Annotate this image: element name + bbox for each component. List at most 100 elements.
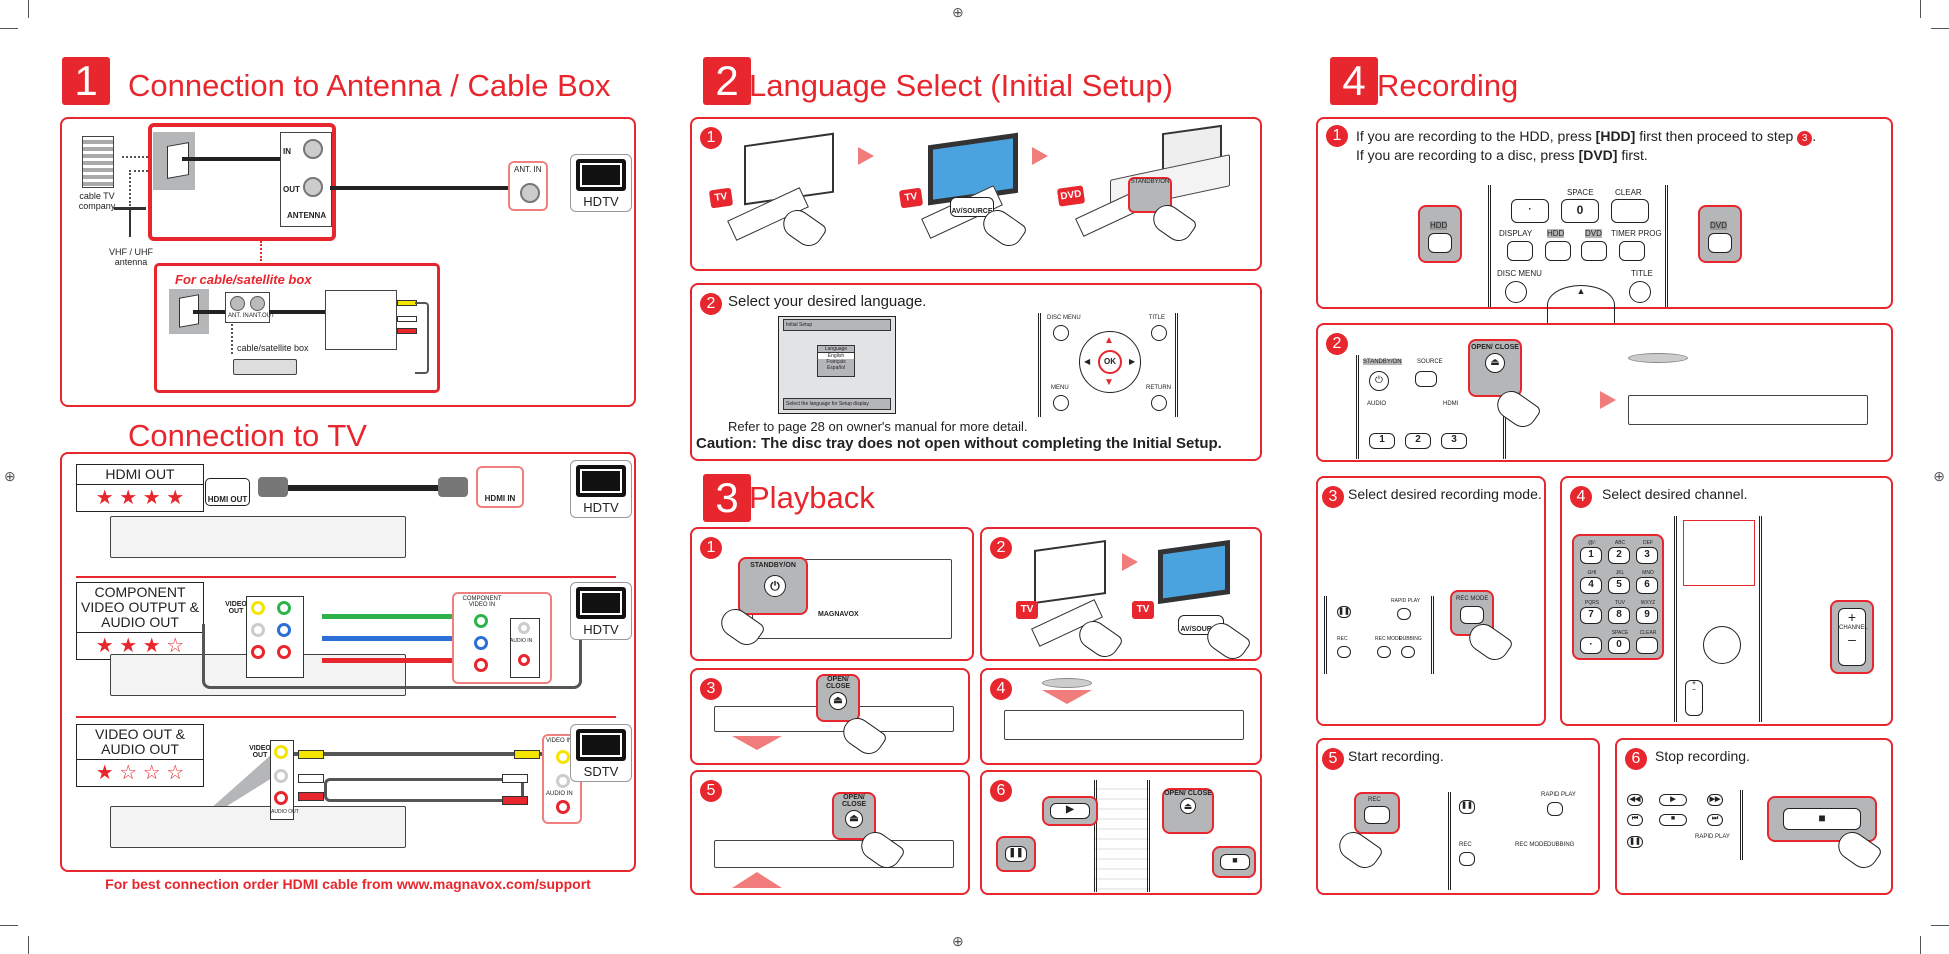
display-button[interactable] (1507, 241, 1533, 261)
fast-forward-button[interactable]: ▶▶ (1707, 794, 1723, 806)
keypad-key[interactable]: 8 (1608, 607, 1630, 624)
title-button[interactable] (1151, 325, 1167, 341)
remote-keypad: · SPACE 0 CLEAR DISPLAY HDD DVD TIMER PR… (1488, 185, 1668, 325)
recording-step2-panel: 2 STANDBY/ON ⏻ SOURCE AUDIO HDMI 1 2 3 O… (1316, 323, 1893, 462)
hdtv-icon: HDTV (570, 154, 632, 212)
channel-button-small[interactable]: + – (1685, 680, 1703, 716)
hdd-button[interactable] (1428, 233, 1452, 253)
rewind-button[interactable]: ◀◀ (1627, 794, 1643, 806)
stop-icon[interactable]: ■ (1783, 808, 1861, 830)
rec-button-callout[interactable]: REC (1354, 792, 1400, 834)
antenna-panel-label: ANTENNA (287, 211, 327, 220)
timer-prog-label: TIMER PROG (1611, 229, 1662, 238)
zero-button[interactable]: 0 (1561, 199, 1599, 223)
timer-prog-button[interactable] (1619, 241, 1645, 261)
hdd-button-callout[interactable]: HDD (1418, 205, 1462, 263)
power-button[interactable]: ⏻ (1369, 371, 1389, 391)
rec-mode-button[interactable] (1460, 606, 1484, 624)
keypad-key[interactable]: 5 (1608, 577, 1630, 594)
channel-down[interactable]: – (1839, 631, 1865, 647)
keypad-key[interactable]: 2 (1608, 547, 1630, 564)
hdmi-cable-footer[interactable]: For best connection order HDMI cable fro… (60, 876, 636, 892)
rapid-play-button[interactable] (1397, 608, 1411, 620)
divider (76, 576, 616, 578)
play-icon[interactable]: ▶ (1050, 803, 1090, 819)
tv-badge: TV (1132, 601, 1154, 619)
channel-up[interactable]: + (1839, 609, 1865, 625)
open-close-button-callout[interactable]: OPEN/ CLOSE ⏏ (1468, 339, 1522, 397)
arrow-icon (1600, 391, 1616, 409)
rating-heading: HDMI OUT (77, 465, 203, 485)
left-arrow-icon[interactable]: ◀ (1084, 357, 1090, 366)
keypad-key[interactable]: 3 (1636, 547, 1658, 564)
rec-button[interactable] (1364, 806, 1390, 824)
rec-button[interactable] (1337, 646, 1351, 658)
remote-icon (1094, 780, 1150, 892)
rec-label: REC (1459, 842, 1472, 848)
dvd-button-callout[interactable]: DVD (1698, 205, 1742, 263)
hdd-button[interactable] (1545, 241, 1571, 261)
clear-button[interactable] (1611, 199, 1649, 223)
key-1[interactable]: 1 (1369, 433, 1395, 449)
play-button[interactable]: ▶ (1659, 794, 1687, 806)
antenna-terminal-panel: IN OUT ANTENNA (280, 132, 332, 227)
key-3[interactable]: 3 (1441, 433, 1467, 449)
rapid-play-button[interactable] (1547, 802, 1563, 816)
channel-button-callout[interactable]: + CHANNEL – (1830, 600, 1874, 674)
pause-button[interactable]: ❚❚ (1459, 800, 1475, 814)
stop-button-callout[interactable]: ■ (1212, 846, 1256, 878)
disc-menu-button[interactable] (1053, 325, 1069, 341)
up-arrow-icon[interactable]: ▲ (1104, 335, 1114, 346)
step-number: 3 (700, 678, 722, 700)
hdmi-label: HDMI (1443, 401, 1459, 407)
pause-button[interactable]: ❚❚ (1337, 606, 1351, 618)
dpad[interactable] (1703, 626, 1741, 664)
clear-label: CLEAR (1615, 188, 1642, 197)
hdmi-in-label: HDMI IN (484, 494, 516, 503)
disc-menu-button[interactable] (1505, 281, 1527, 303)
dubbing-button[interactable] (1401, 646, 1415, 658)
keypad-key[interactable]: 6 (1636, 577, 1658, 594)
keypad-key[interactable]: · (1580, 637, 1602, 654)
skip-forward-button[interactable]: ⏭ (1707, 814, 1723, 826)
dot-button[interactable]: · (1511, 199, 1549, 223)
open-close-label: OPEN/ CLOSE (1164, 790, 1212, 797)
crop-mark (0, 925, 18, 926)
standby-button-callout[interactable]: STANDBY/ON ⏻ (738, 557, 808, 615)
pause-button[interactable]: ❚❚ (1627, 836, 1643, 848)
pause-button-callout[interactable]: ❚❚ (996, 836, 1036, 872)
source-button[interactable] (1415, 371, 1437, 387)
title-button[interactable] (1629, 281, 1651, 303)
right-arrow-icon[interactable]: ▶ (1129, 357, 1135, 366)
dvd-button[interactable] (1581, 241, 1607, 261)
skip-back-button[interactable]: ⏮ (1627, 814, 1643, 826)
pause-icon[interactable]: ❚❚ (1005, 846, 1027, 862)
dvd-button[interactable] (1708, 233, 1732, 253)
down-arrow-icon[interactable]: ▼ (1104, 377, 1114, 388)
keypad-key[interactable]: 0 (1608, 637, 1630, 654)
language-option[interactable]: Español (818, 365, 854, 371)
key-2[interactable]: 2 (1405, 433, 1431, 449)
tv-badge: TV (708, 187, 734, 209)
menu-button[interactable] (1053, 395, 1069, 411)
rec-button[interactable] (1459, 852, 1475, 866)
keypad-key[interactable]: 9 (1636, 607, 1658, 624)
dpad[interactable]: ▲ (1547, 285, 1615, 325)
open-close-button-callout[interactable]: OPEN/ CLOSE ⏏ (1162, 788, 1214, 834)
audio-in-label: AUDIO IN (546, 791, 573, 797)
rec-mode-button[interactable] (1377, 646, 1391, 658)
keypad-key[interactable]: 1 (1580, 547, 1602, 564)
keypad-key[interactable] (1636, 637, 1658, 654)
stop-button[interactable]: ■ (1659, 814, 1687, 826)
play-button-callout[interactable]: ▶ (1042, 796, 1098, 826)
return-button[interactable] (1151, 395, 1167, 411)
ok-button[interactable]: OK (1098, 350, 1122, 374)
keypad-key[interactable]: 4 (1580, 577, 1602, 594)
open-close-button-callout[interactable]: OPEN/ CLOSE ⏏ (816, 674, 860, 722)
stop-icon[interactable]: ■ (1220, 854, 1250, 870)
playback-step4-panel: 4 (980, 668, 1262, 765)
keypad-key[interactable]: 7 (1580, 607, 1602, 624)
tv-label: SDTV (583, 764, 619, 779)
keypad-sublabel: GHI (1587, 570, 1597, 576)
channel-button[interactable]: + CHANNEL – (1838, 608, 1868, 666)
